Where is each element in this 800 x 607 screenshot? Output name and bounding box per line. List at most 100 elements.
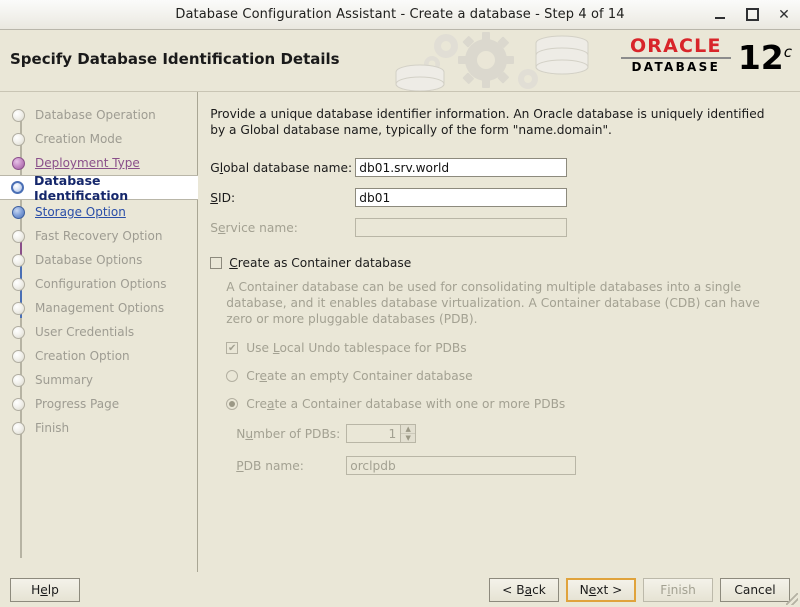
use-local-undo-row: ✔ Use Local Undo tablespace for PDBs: [226, 341, 786, 355]
label-part: obal database name:: [223, 160, 353, 175]
label-part: Cr: [246, 369, 260, 383]
window-title: Database Configuration Assistant - Creat…: [175, 7, 625, 22]
label-part: lp: [47, 582, 59, 597]
step-dot-icon: [12, 325, 25, 339]
maximize-icon[interactable]: [744, 7, 760, 23]
minimize-icon[interactable]: [712, 7, 728, 23]
pdb-name-input: [346, 456, 577, 475]
step-dot-icon: [12, 421, 25, 435]
sidebar-step-fast-recovery-option[interactable]: Fast Recovery Option: [0, 224, 197, 248]
step-dot-icon: [12, 108, 25, 122]
stepper-up-icon: ▲: [401, 425, 416, 434]
close-icon[interactable]: ✕: [776, 7, 792, 23]
logo-rule: [620, 57, 731, 59]
page-header: Specify Database Identification Details: [0, 30, 800, 92]
label-part: ate an empty Container database: [267, 369, 473, 383]
service-name-label: Service name:: [210, 221, 355, 235]
step-dot-icon: [12, 229, 25, 243]
step-label: Creation Option: [35, 349, 130, 363]
dbca-window: Database Configuration Assistant - Creat…: [0, 0, 800, 607]
stepper-buttons: ▲ ▼: [401, 424, 417, 443]
label-mnemonic: a: [524, 582, 533, 597]
label-part: Cancel: [734, 582, 776, 597]
number-of-pdbs-value: 1: [346, 424, 402, 443]
navigation-buttons: < Ba ck Ne xt > Fi nish Cancel: [489, 577, 790, 602]
global-database-name-row: Global database name:: [210, 158, 786, 177]
use-local-undo-label: Use Local Undo tablespace for PDBs: [246, 341, 466, 355]
main-content: Provide a unique database identifier inf…: [198, 92, 800, 572]
sidebar-step-user-credentials[interactable]: User Credentials: [0, 320, 197, 344]
sidebar-step-progress-page[interactable]: Progress Page: [0, 392, 197, 416]
finish-button: Fi nish: [643, 577, 713, 602]
database-wordmark: DATABASE: [631, 60, 721, 74]
create-as-container-database-checkbox[interactable]: [210, 257, 223, 269]
step-label: Finish: [35, 421, 70, 435]
check-icon: ✔: [228, 342, 237, 354]
step-label: Database Options: [35, 253, 143, 267]
step-label: Database Identification: [34, 172, 129, 203]
container-database-section: Create as Container database A Container…: [210, 256, 786, 475]
global-database-name-input[interactable]: [355, 158, 568, 177]
body-area: Database Operation Creation Mode Deploym…: [0, 92, 800, 607]
label-part: N: [236, 426, 246, 441]
label-part: rvice name:: [225, 220, 298, 235]
label-part: G: [210, 160, 220, 175]
step-label: User Credentials: [35, 325, 135, 339]
create-as-container-database-label: Create as Container database: [229, 256, 411, 270]
label-part: N: [579, 582, 589, 597]
create-container-with-pdbs-label: Create a Container database with one or …: [246, 397, 565, 411]
global-database-name-label: Global database name:: [210, 161, 355, 175]
sidebar-step-storage-option[interactable]: Storage Option: [0, 200, 197, 224]
sid-row: SID:: [210, 188, 786, 207]
container-database-description: A Container database can be used for con…: [226, 280, 760, 326]
step-dot-icon: [12, 373, 25, 387]
sidebar-step-creation-mode[interactable]: Creation Mode: [0, 127, 197, 151]
use-local-undo-checkbox: ✔: [226, 342, 239, 354]
create-as-container-database-row[interactable]: Create as Container database: [210, 256, 786, 270]
page-title: Specify Database Identification Details: [10, 50, 340, 68]
label-mnemonic: e: [259, 369, 268, 383]
intro-text: Provide a unique database identifier inf…: [210, 107, 765, 137]
sidebar-step-database-identification[interactable]: Database Identification: [0, 172, 199, 203]
cancel-button[interactable]: Cancel: [720, 577, 790, 602]
step-dot-icon: [12, 277, 25, 291]
step-label: Creation Mode: [35, 132, 123, 146]
create-container-with-pdbs-radio: [226, 398, 239, 410]
next-button[interactable]: Ne xt >: [566, 577, 636, 602]
label-mnemonic: S: [210, 190, 218, 205]
pdb-name-label: PDB name:: [236, 459, 346, 473]
step-label: Progress Page: [35, 397, 120, 411]
title-bar: Database Configuration Assistant - Creat…: [0, 0, 800, 30]
step-label: Fast Recovery Option: [35, 229, 163, 243]
sidebar-step-creation-option[interactable]: Creation Option: [0, 344, 197, 368]
step-dot-icon: [12, 205, 25, 219]
footer-bar: He lp < Ba ck Ne xt > Fi nish Cancel: [0, 572, 800, 607]
sidebar-step-database-operation[interactable]: Database Operation: [0, 103, 197, 127]
label-mnemonic: e: [588, 582, 597, 597]
help-button[interactable]: He lp: [10, 577, 80, 602]
sidebar-step-database-options[interactable]: Database Options: [0, 248, 197, 272]
pdb-name-row: PDB name:: [236, 456, 786, 475]
label-mnemonic: u: [245, 426, 254, 441]
resize-grip-icon[interactable]: [786, 593, 798, 605]
oracle-database-logo: ORACLE DATABASE 12c: [620, 36, 792, 74]
step-dot-icon: [12, 349, 25, 363]
sidebar-step-deployment-type[interactable]: Deployment Type: [0, 151, 197, 175]
step-dot-icon: [12, 397, 25, 411]
step-label: Database Operation: [35, 108, 156, 122]
sidebar-step-summary[interactable]: Summary: [0, 368, 197, 392]
label-part: nish: [670, 582, 696, 597]
create-empty-container-radio: [226, 370, 239, 382]
sidebar-step-management-options[interactable]: Management Options: [0, 296, 197, 320]
window-controls: ✕: [712, 0, 792, 29]
sidebar-step-configuration-options[interactable]: Configuration Options: [0, 272, 197, 296]
sid-input[interactable]: [355, 188, 568, 207]
sidebar-step-finish[interactable]: Finish: [0, 416, 197, 440]
create-container-with-pdbs-radio-row: Create a Container database with one or …: [226, 397, 786, 411]
number-of-pdbs-row: Number of PDBs: 1 ▲ ▼: [236, 424, 786, 443]
back-button[interactable]: < Ba ck: [489, 577, 559, 602]
step-dot-icon: [12, 132, 25, 146]
label-part: F: [660, 582, 668, 597]
stepper-down-icon: ▼: [401, 434, 416, 442]
service-name-row: Service name:: [210, 218, 786, 237]
